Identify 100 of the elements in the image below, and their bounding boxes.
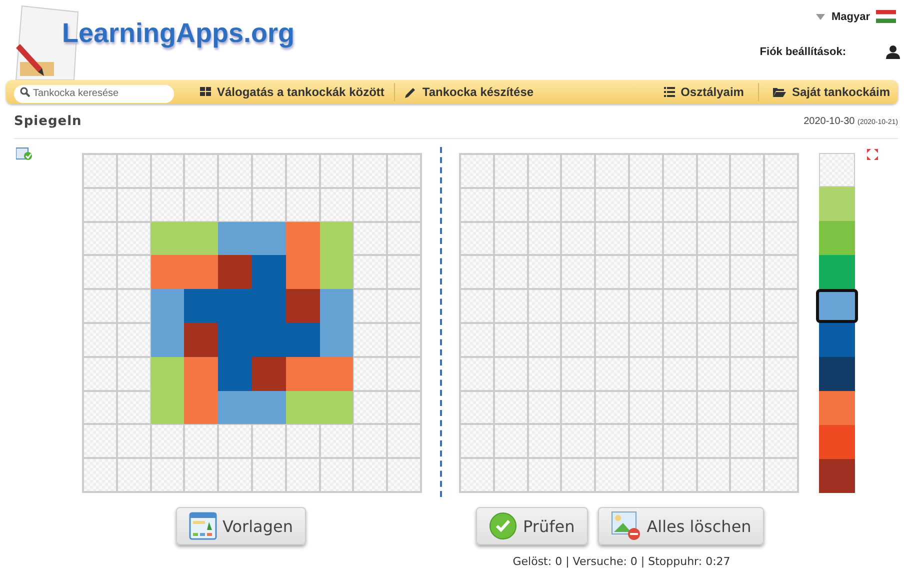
grid-cell[interactable] xyxy=(460,356,494,391)
grid-cell[interactable] xyxy=(561,289,596,323)
grid-cell[interactable] xyxy=(561,322,596,357)
help-icon[interactable] xyxy=(16,147,32,161)
grid-cell[interactable] xyxy=(460,458,494,492)
grid-cell[interactable] xyxy=(460,222,494,256)
account-settings-label[interactable]: Fiók beállítások: xyxy=(760,46,846,58)
grid-cell[interactable] xyxy=(460,322,494,357)
grid-cell[interactable] xyxy=(561,255,596,290)
grid-cell[interactable] xyxy=(696,255,730,290)
nav-link[interactable]: Osztályaim xyxy=(664,83,759,101)
grid-cell[interactable] xyxy=(528,289,562,323)
grid-cell[interactable] xyxy=(730,255,764,290)
grid-cell[interactable] xyxy=(595,356,629,391)
dropdown-icon[interactable] xyxy=(816,14,826,20)
grid-cell[interactable] xyxy=(561,188,596,222)
grid-cell[interactable] xyxy=(528,390,562,424)
grid-cell[interactable] xyxy=(662,188,697,222)
color-swatch[interactable] xyxy=(819,323,855,357)
grid-cell[interactable] xyxy=(764,255,798,290)
grid-cell[interactable] xyxy=(696,188,730,222)
language-selector[interactable]: Magyar xyxy=(831,10,870,22)
grid-cell[interactable] xyxy=(764,390,798,424)
grid-cell[interactable] xyxy=(528,424,562,458)
grid-cell[interactable] xyxy=(628,255,663,290)
grid-cell[interactable] xyxy=(561,222,596,256)
color-swatch[interactable] xyxy=(819,221,855,255)
search-field[interactable]: Tankocka keresése xyxy=(14,84,174,102)
site-logo[interactable]: LearningApps.org xyxy=(62,18,295,49)
color-swatch[interactable] xyxy=(819,187,855,221)
templates-button[interactable]: Vorlagen xyxy=(176,507,306,545)
grid-cell[interactable] xyxy=(595,289,629,323)
grid-cell[interactable] xyxy=(696,390,730,424)
fullscreen-icon[interactable] xyxy=(867,149,878,160)
grid-cell[interactable] xyxy=(764,356,798,391)
grid-cell[interactable] xyxy=(460,424,494,458)
grid-cell[interactable] xyxy=(662,458,697,492)
grid-cell[interactable] xyxy=(696,154,730,188)
grid-cell[interactable] xyxy=(561,356,596,391)
grid-cell[interactable] xyxy=(460,255,494,290)
grid-cell[interactable] xyxy=(528,356,562,391)
grid-cell[interactable] xyxy=(494,322,528,357)
grid-cell[interactable] xyxy=(595,222,629,256)
grid-cell[interactable] xyxy=(460,154,494,188)
grid-cell[interactable] xyxy=(494,458,528,492)
grid-cell[interactable] xyxy=(730,322,764,357)
grid-cell[interactable] xyxy=(730,289,764,323)
grid-cell[interactable] xyxy=(595,188,629,222)
grid-cell[interactable] xyxy=(662,255,697,290)
grid-cell[interactable] xyxy=(595,424,629,458)
grid-cell[interactable] xyxy=(730,356,764,391)
grid-cell[interactable] xyxy=(730,222,764,256)
grid-cell[interactable] xyxy=(528,255,562,290)
clear-all-button[interactable]: Alles löschen xyxy=(598,507,764,545)
user-icon[interactable] xyxy=(886,45,900,59)
color-swatch[interactable] xyxy=(819,425,855,459)
grid-cell[interactable] xyxy=(764,289,798,323)
grid-cell[interactable] xyxy=(528,322,562,357)
grid-cell[interactable] xyxy=(696,289,730,323)
color-swatch[interactable] xyxy=(816,289,858,323)
grid-cell[interactable] xyxy=(595,390,629,424)
grid-cell[interactable] xyxy=(696,356,730,391)
grid-cell[interactable] xyxy=(764,154,798,188)
grid-cell[interactable] xyxy=(595,458,629,492)
grid-cell[interactable] xyxy=(528,154,562,188)
grid-cell[interactable] xyxy=(494,356,528,391)
grid-cell[interactable] xyxy=(662,322,697,357)
nav-link[interactable]: Válogatás a tankockák között xyxy=(200,83,396,101)
grid-cell[interactable] xyxy=(628,222,663,256)
grid-cell[interactable] xyxy=(628,289,663,323)
grid-cell[interactable] xyxy=(730,458,764,492)
grid-cell[interactable] xyxy=(628,322,663,357)
grid-cell[interactable] xyxy=(662,289,697,323)
grid-cell[interactable] xyxy=(662,154,697,188)
grid-cell[interactable] xyxy=(764,458,798,492)
grid-cell[interactable] xyxy=(730,188,764,222)
grid-cell[interactable] xyxy=(764,188,798,222)
grid-cell[interactable] xyxy=(528,458,562,492)
grid-cell[interactable] xyxy=(696,322,730,357)
grid-cell[interactable] xyxy=(730,390,764,424)
grid-cell[interactable] xyxy=(494,188,528,222)
grid-cell[interactable] xyxy=(561,458,596,492)
grid-cell[interactable] xyxy=(764,322,798,357)
grid-cell[interactable] xyxy=(561,390,596,424)
grid-cell[interactable] xyxy=(628,390,663,424)
grid-cell[interactable] xyxy=(460,188,494,222)
nav-link[interactable]: Tankocka készítése xyxy=(405,85,534,99)
grid-cell[interactable] xyxy=(628,188,663,222)
grid-cell[interactable] xyxy=(662,356,697,391)
check-button[interactable]: Prüfen xyxy=(476,507,588,545)
grid-cell[interactable] xyxy=(460,390,494,424)
grid-cell[interactable] xyxy=(696,222,730,256)
grid-cell[interactable] xyxy=(662,424,697,458)
color-swatch[interactable] xyxy=(819,255,855,289)
color-swatch[interactable] xyxy=(819,391,855,425)
grid-cell[interactable] xyxy=(628,356,663,391)
grid-cell[interactable] xyxy=(628,424,663,458)
grid-cell[interactable] xyxy=(528,188,562,222)
grid-cell[interactable] xyxy=(730,424,764,458)
grid-cell[interactable] xyxy=(460,289,494,323)
